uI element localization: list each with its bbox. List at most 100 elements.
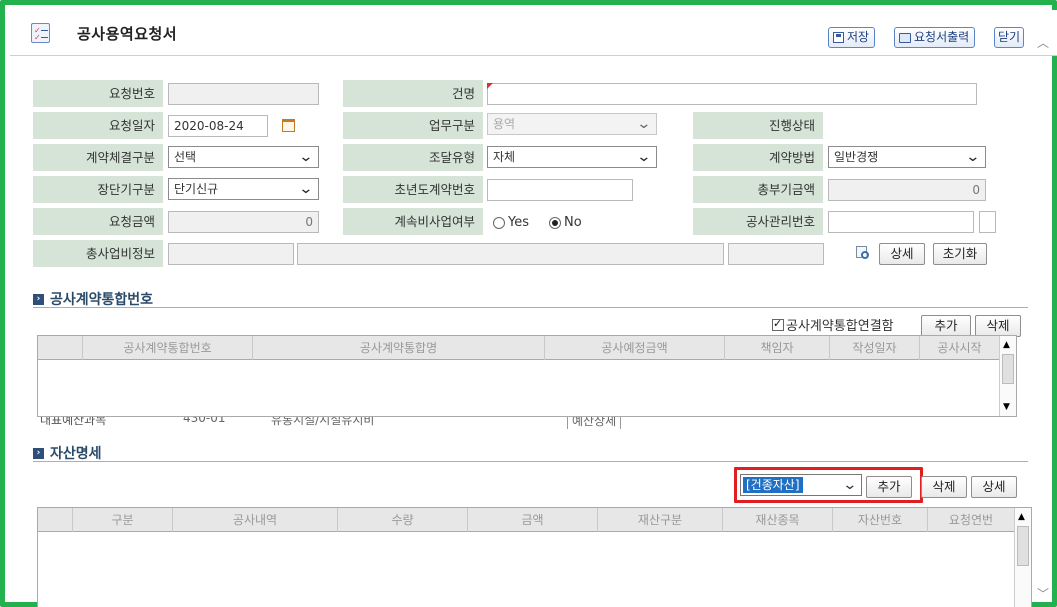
close-button[interactable]: 닫기 [994,27,1025,48]
chevron-down-icon: ⌄ [298,149,314,165]
grid-header-cell: 공사계약통합명 [253,336,545,360]
scroll-thumb[interactable] [1017,526,1029,566]
section-divider [33,307,1028,308]
request-amount-label: 요청금액 [33,208,163,235]
contract-method-group-label: 계약체결구분 [33,144,163,171]
grid-header-cell: 공사계약통합번호 [83,336,253,360]
contract-grid-scrollbar[interactable]: ▲ ▼ [999,336,1016,416]
section-arrow-icon: › [33,447,44,459]
contract-add-button[interactable]: 추가 [921,315,971,337]
continuing-yes-radio[interactable]: Yes [493,215,529,230]
print-button[interactable]: 요청서출력 [894,27,976,48]
chevron-down-icon: ⌄ [636,116,652,132]
save-button[interactable]: 저장 [828,27,876,48]
grid-header-cell: 재산구분 [598,508,723,532]
mgmt-no-extra-field[interactable] [979,211,996,233]
grid-header-cell [38,508,73,532]
grid-header-cell: 공사내역 [173,508,338,532]
scroll-thumb[interactable] [1002,354,1014,384]
asset-grid-header: 구분 공사내역 수량 금액 재산구분 재산종목 자산번호 요청연번 [38,508,1014,532]
continuing-no-radio[interactable]: No [549,215,582,230]
grid-header-cell: 수량 [338,508,468,532]
work-type-select[interactable]: 용역 ⌄ [487,113,657,135]
window-frame: ✓✓ 공사용역요청서 저장 요청서출력 닫기 ︿ ﹀ 요청번호 건명 요청일자 [0,0,1057,607]
continuing-label: 계속비사업여부 [343,208,483,235]
contract-grid-header: 공사계약통합번호 공사계약통합명 공사예정금액 책임자 작성일자 공사시작 [38,336,999,360]
budget-name-field[interactable] [297,243,724,265]
page-scroll-up-icon[interactable]: ︿ [1037,34,1049,51]
grid-header-cell: 금액 [468,508,598,532]
grid-header-cell: 요청연번 [948,513,994,527]
contract-method-value: 일반경쟁 [834,150,879,164]
chevron-down-icon: ⌄ [298,181,314,197]
contract-method-select[interactable]: 일반경쟁 ⌄ [828,146,986,168]
work-type-label: 업무구분 [343,112,483,139]
contract-method-label: 계약방법 [693,144,823,171]
request-amount-field[interactable]: 0 [168,211,319,233]
scroll-up-arrow-icon[interactable]: ▲ [1018,512,1025,522]
page-scroll-down-icon[interactable]: ﹀ [1037,585,1049,602]
ghost-budget-detail: 예산상세 [567,417,622,429]
chevron-down-icon: ⌄ [842,477,858,493]
radio-yes-dot[interactable] [493,216,505,229]
section-divider [33,461,1028,462]
asset-type-value: [건종자산] [743,477,803,493]
contract-section-header: › 공사계약통합번호 [33,289,153,309]
form-row-4: 장단기구분 단기신규 ⌄ 초년도계약번호 총부기금액 0 [33,172,1028,204]
contract-delete-button[interactable]: 삭제 [975,315,1021,337]
first-year-no-field[interactable] [487,179,633,201]
asset-grid-scrollbar[interactable]: ▲ [1014,508,1031,607]
page-title: 공사용역요청서 [77,25,178,43]
procure-type-value: 자체 [493,150,516,164]
case-name-label: 건명 [343,80,483,107]
request-no-field[interactable] [168,83,319,105]
budget-extra-field[interactable] [728,243,824,265]
procure-type-label: 조달유형 [343,144,483,171]
total-amount-field[interactable]: 0 [828,179,986,201]
budget-detail-button[interactable]: 상세 [879,243,925,265]
budget-info-label: 총사업비정보 [33,240,163,267]
mgmt-no-label: 공사관리번호 [693,208,823,235]
calendar-icon[interactable] [282,119,295,132]
budget-reset-button[interactable]: 초기화 [933,243,987,265]
contract-method-group-value: 선택 [174,150,197,164]
grid-header-cell: 공사시작 [937,341,982,355]
asset-detail-button[interactable]: 상세 [971,476,1017,498]
asset-section-header: › 자산명세 [33,443,102,463]
radio-no-dot[interactable] [549,216,561,229]
save-button-label: 저장 [847,30,870,44]
checkbox-checked-icon[interactable] [772,317,784,331]
ghost-budget-code: 430-01 [183,417,226,425]
asset-grid: 구분 공사내역 수량 금액 재산구분 재산종목 자산번호 요청연번 ▲ [37,507,1032,607]
contract-section-title: 공사계약통합번호 [50,292,154,308]
first-year-no-label: 초년도계약번호 [343,176,483,203]
asset-add-button[interactable]: 추가 [866,476,912,498]
asset-delete-button[interactable]: 삭제 [921,476,967,498]
print-button-label: 요청서출력 [914,30,970,44]
chevron-down-icon: ⌄ [636,149,652,165]
scroll-up-arrow-icon[interactable]: ▲ [1003,340,1010,350]
contract-link-checkbox[interactable]: 공사계약통합연결함 [772,315,894,334]
chevron-down-icon: ⌄ [965,149,981,165]
scroll-down-arrow-icon[interactable]: ▼ [1003,402,1010,412]
continuing-yes-label: Yes [508,215,529,230]
total-amount-label: 총부기금액 [693,176,823,203]
mgmt-no-field[interactable] [828,211,974,233]
grid-header-cell: 재산종목 [723,508,833,532]
search-icon[interactable] [856,246,870,260]
form-row-1: 요청번호 건명 [33,76,1028,108]
asset-type-select[interactable]: [건종자산] ⌄ [740,474,862,496]
budget-code-field[interactable] [168,243,294,265]
required-mark [487,83,493,89]
procure-type-select[interactable]: 자체 ⌄ [487,146,657,168]
term-type-select[interactable]: 단기신규 ⌄ [168,178,319,200]
grid-header-cell: 구분 [73,508,173,532]
progress-label: 진행상태 [693,112,823,139]
request-date-field[interactable]: 2020-08-24 [168,115,268,137]
contract-method-group-select[interactable]: 선택 ⌄ [168,146,319,168]
print-icon [899,32,911,43]
form-row-5: 요청금액 0 계속비사업여부 Yes No 공사관리번호 [33,204,1028,236]
case-name-field[interactable] [487,83,977,105]
save-icon [833,32,844,43]
form-row-6: 총사업비정보 상세 초기화 [33,236,1028,268]
